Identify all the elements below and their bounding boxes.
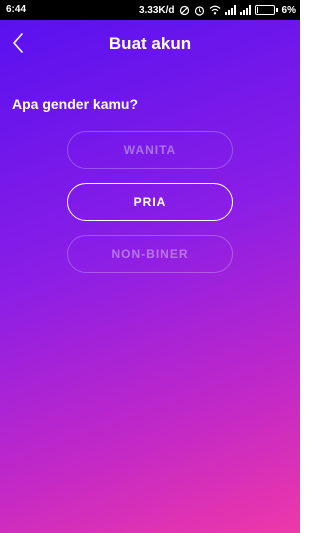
data-saver-icon <box>179 5 190 16</box>
battery-icon <box>254 5 278 15</box>
battery-percent: 6% <box>281 4 296 16</box>
option-pria-button[interactable]: PRIA <box>67 183 233 221</box>
network-speed: 3.33K/d <box>138 4 175 16</box>
gender-options: WANITA PRIA NON-BINER <box>67 131 233 287</box>
signal-icon-1 <box>224 5 236 15</box>
signal-icon-2 <box>239 5 251 15</box>
screen: 6:44 3.33K/d 6% Buat akun Apa gender kam… <box>0 0 300 533</box>
page-title: Buat akun <box>108 34 192 53</box>
alarm-icon <box>194 5 205 16</box>
status-time: 6:44 <box>6 4 27 15</box>
wifi-icon <box>209 5 221 15</box>
status-icons: 3.33K/d 6% <box>139 3 296 17</box>
header: Buat akun <box>0 20 300 70</box>
status-bar: 6:44 3.33K/d 6% <box>0 0 300 20</box>
option-wanita-button[interactable]: WANITA <box>67 131 233 169</box>
gender-question: Apa gender kamu? <box>12 96 139 112</box>
option-non-biner-button[interactable]: NON-BINER <box>67 235 233 273</box>
battery-fill <box>256 7 258 13</box>
